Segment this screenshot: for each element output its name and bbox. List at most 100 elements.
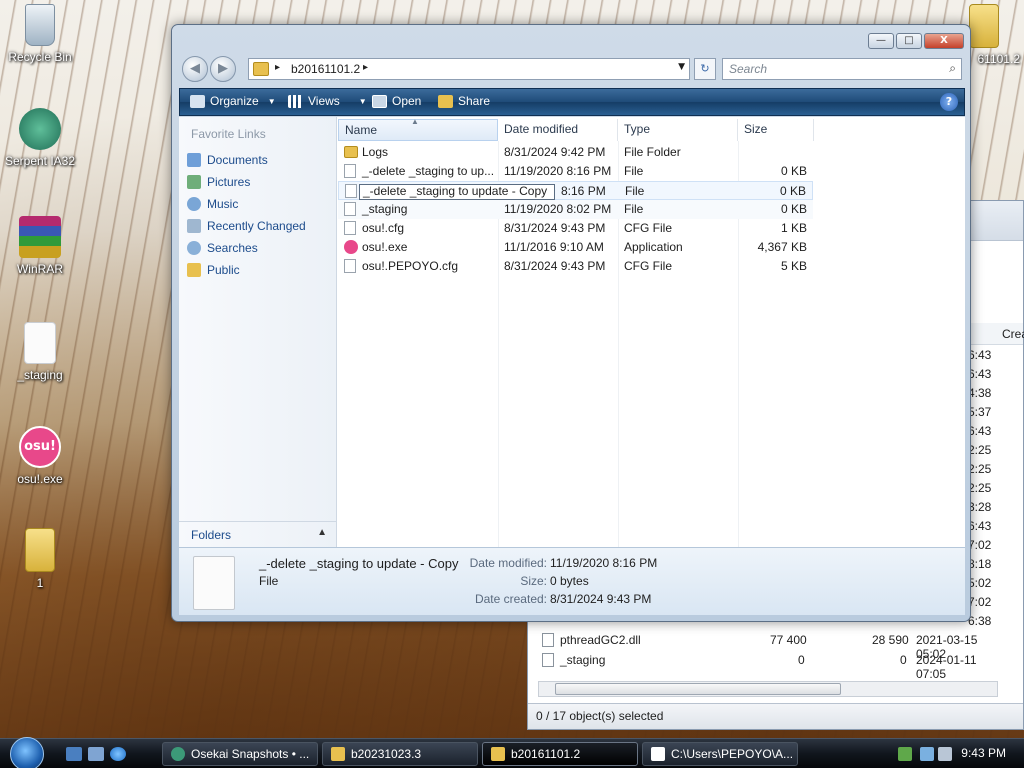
column-header-name[interactable]: Name ▲ [338, 117, 498, 141]
refresh-button[interactable]: ↻ [694, 58, 716, 80]
task-b20231023[interactable]: b20231023.3 [322, 742, 478, 766]
column-header-created[interactable]: Crea [1002, 327, 1024, 341]
search-placeholder: Search [729, 62, 768, 76]
desktop-icon-staging[interactable]: _staging [0, 322, 80, 382]
serpent-icon [171, 747, 185, 761]
views-icon [288, 94, 303, 108]
desktop-icon-winrar[interactable]: WinRAR [0, 216, 80, 276]
search-input[interactable]: Search ⌕ [722, 58, 962, 80]
favorite-links-heading: Favorite Links [191, 127, 266, 141]
organize-icon [190, 94, 205, 108]
desktop-icon-folder-1[interactable]: 1 [0, 528, 80, 590]
minimize-button[interactable]: — [868, 33, 894, 49]
chevron-down-icon: ▼ [358, 96, 367, 106]
background-time-column: 6:43 6:43 4:38 5:37 6:43 2:25 2:25 2:25 … [968, 348, 992, 628]
desktop-icon-label: Serpent IA32 [4, 154, 76, 168]
start-button[interactable] [10, 737, 44, 768]
share-button[interactable]: Share [438, 94, 490, 108]
desktop-icon-label: _staging [17, 368, 63, 382]
back-button[interactable]: ◀ [182, 56, 208, 82]
nav-link-recently-changed[interactable]: Recently Changed [187, 217, 306, 235]
show-desktop-icon[interactable] [66, 747, 82, 761]
switch-windows-icon[interactable] [88, 747, 104, 761]
help-button[interactable]: ? [940, 93, 958, 111]
breadcrumb[interactable]: b20161101.2 [291, 62, 360, 76]
taskbar: Osekai Snapshots • ... b20231023.3 b2016… [0, 737, 1024, 768]
desktop-icon-serpent[interactable]: Serpent IA32 [0, 108, 80, 168]
command-toolbar: Organize ▼ Views ▼ Open Share ? [179, 88, 965, 116]
desktop-icon-osu[interactable]: osu! osu!.exe [0, 426, 80, 486]
table-row[interactable]: _staging 0 0 2024-01-11 07:05 [542, 651, 1002, 681]
file-row-staging[interactable]: _staging 11/19/2020 8:02 PM File 0 KB [338, 200, 813, 219]
folder-icon [969, 4, 999, 48]
open-button[interactable]: Open [372, 94, 421, 108]
nav-link-searches[interactable]: Searches [187, 239, 258, 257]
desktop-icon-label: Recycle Bin [8, 50, 72, 64]
chevron-right-icon[interactable]: ▸ [363, 62, 368, 73]
organize-button[interactable]: Organize ▼ [190, 94, 276, 108]
chevron-down-icon[interactable]: ▼ [678, 62, 685, 72]
osu-icon: osu! [19, 426, 61, 468]
explorer-window[interactable]: — □ X ◀ ▶ ▸ b20161101.2 ▸ ▼ ↻ Search ⌕ O… [171, 24, 971, 622]
recycle-bin-icon [25, 4, 55, 46]
volume-muted-icon[interactable] [938, 747, 952, 761]
winrar-icon [19, 216, 61, 258]
file-row-delete-staging[interactable]: _-delete _staging to up... 11/19/2020 8:… [338, 162, 813, 181]
column-header-date[interactable]: Date modified [498, 119, 618, 141]
caption-buttons: — □ X [868, 33, 964, 49]
nav-link-music[interactable]: Music [187, 195, 238, 213]
osu-icon [344, 240, 358, 254]
nav-link-public[interactable]: Public [187, 261, 240, 279]
horizontal-scrollbar[interactable] [538, 681, 998, 697]
sort-ascending-icon: ▲ [411, 117, 419, 126]
desktop-icon-recycle-bin[interactable]: Recycle Bin [0, 4, 80, 64]
navigation-bar: ◀ ▶ ▸ b20161101.2 ▸ ▼ ↻ Search ⌕ [180, 55, 964, 83]
column-header-size[interactable]: Size [738, 119, 814, 141]
file-icon [345, 184, 357, 198]
internet-explorer-icon[interactable] [110, 747, 126, 761]
file-row-osu-cfg[interactable]: osu!.cfg 8/31/2024 9:43 PM CFG File 1 KB [338, 219, 813, 238]
search-folder-icon [187, 241, 201, 255]
task-b20161101[interactable]: b20161101.2 [482, 742, 638, 766]
file-icon [542, 653, 554, 667]
views-button[interactable]: Views ▼ [288, 94, 367, 108]
details-file-name: _-delete _staging to update - Copy [259, 556, 459, 571]
table-row[interactable]: pthreadGC2.dll 77 400 28 590 2021-03-15 … [542, 631, 1002, 661]
nav-link-pictures[interactable]: Pictures [187, 173, 250, 191]
7zip-icon [651, 747, 665, 761]
system-tray: 9:43 PM [884, 739, 1024, 768]
forward-button[interactable]: ▶ [210, 56, 236, 82]
file-row-logs[interactable]: Logs 8/31/2024 9:42 PM File Folder [338, 143, 813, 162]
file-row-delete-staging-copy[interactable]: _-delete _staging to update - Copy 8:16 … [338, 181, 813, 200]
checkmark-icon[interactable] [898, 747, 912, 761]
desktop-icon-label: 1 [36, 576, 44, 590]
file-row-osu-exe[interactable]: osu!.exe 11/1/2016 9:10 AM Application 4… [338, 238, 813, 257]
share-icon [438, 94, 453, 108]
address-bar[interactable]: ▸ b20161101.2 ▸ ▼ [248, 58, 690, 80]
file-icon [344, 259, 356, 273]
recent-icon [187, 219, 201, 233]
chevron-right-icon[interactable]: ▸ [275, 62, 280, 73]
chevron-up-icon: ▲ [317, 527, 327, 538]
open-icon [372, 94, 387, 108]
scrollbar-thumb[interactable] [555, 683, 841, 695]
details-file-type: File [259, 574, 279, 588]
folder-icon [187, 263, 201, 277]
nav-link-documents[interactable]: Documents [187, 151, 268, 169]
close-button[interactable]: X [924, 33, 964, 49]
folder-icon [25, 528, 55, 572]
folder-icon [491, 747, 505, 761]
clock[interactable]: 9:43 PM [961, 746, 1006, 760]
file-row-osu-pepoyo-cfg[interactable]: osu!.PEPOYO.cfg 8/31/2024 9:43 PM CFG Fi… [338, 257, 813, 276]
task-osekai-snapshots[interactable]: Osekai Snapshots • ... [162, 742, 318, 766]
search-icon[interactable]: ⌕ [949, 61, 956, 76]
rename-text[interactable]: _-delete _staging to update - Copy [363, 184, 547, 198]
explorer-content: Favorite Links Documents Pictures Music … [179, 117, 965, 547]
details-pane: _-delete _staging to update - Copy File … [179, 547, 965, 615]
folders-toggle[interactable]: Folders ▲ [179, 521, 337, 547]
network-icon[interactable] [920, 747, 934, 761]
maximize-button[interactable]: □ [896, 33, 922, 49]
task-7zip-pepoyo[interactable]: C:\Users\PEPOYO\A... [642, 742, 798, 766]
column-header-type[interactable]: Type [618, 119, 738, 141]
arrow-right-icon: ▶ [218, 61, 228, 76]
